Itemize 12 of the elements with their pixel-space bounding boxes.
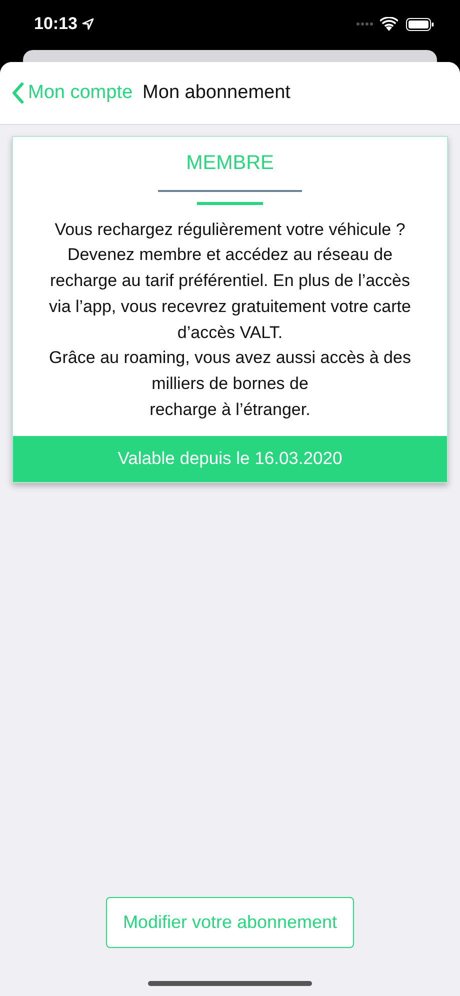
chevron-left-icon	[12, 82, 24, 104]
wifi-icon	[380, 17, 398, 31]
back-button[interactable]: Mon compte	[12, 82, 133, 104]
status-time: 10:13	[34, 14, 78, 34]
signal-icon	[356, 22, 374, 26]
modify-subscription-button[interactable]: Modifier votre abonnement	[106, 897, 354, 948]
card-description: Vous rechargez régulièrement votre véhicule ? Devenez membre et accédez au réseau de recharge au tarif préférentiel. En plus de l’accès via l’app, vous recevrez gratuitement votre carte d’accès VALT. Grâce au roaming, vous avez aussi accès à des milliers de bornes de recharge à l’étranger.	[48, 218, 412, 422]
screen-title: Mon abonnement	[142, 82, 290, 104]
validity-banner: Valable depuis le 16.03.2020	[13, 436, 447, 482]
location-arrow-icon	[82, 18, 94, 30]
battery-icon	[406, 18, 434, 30]
card-title: MEMBRE	[185, 151, 275, 175]
